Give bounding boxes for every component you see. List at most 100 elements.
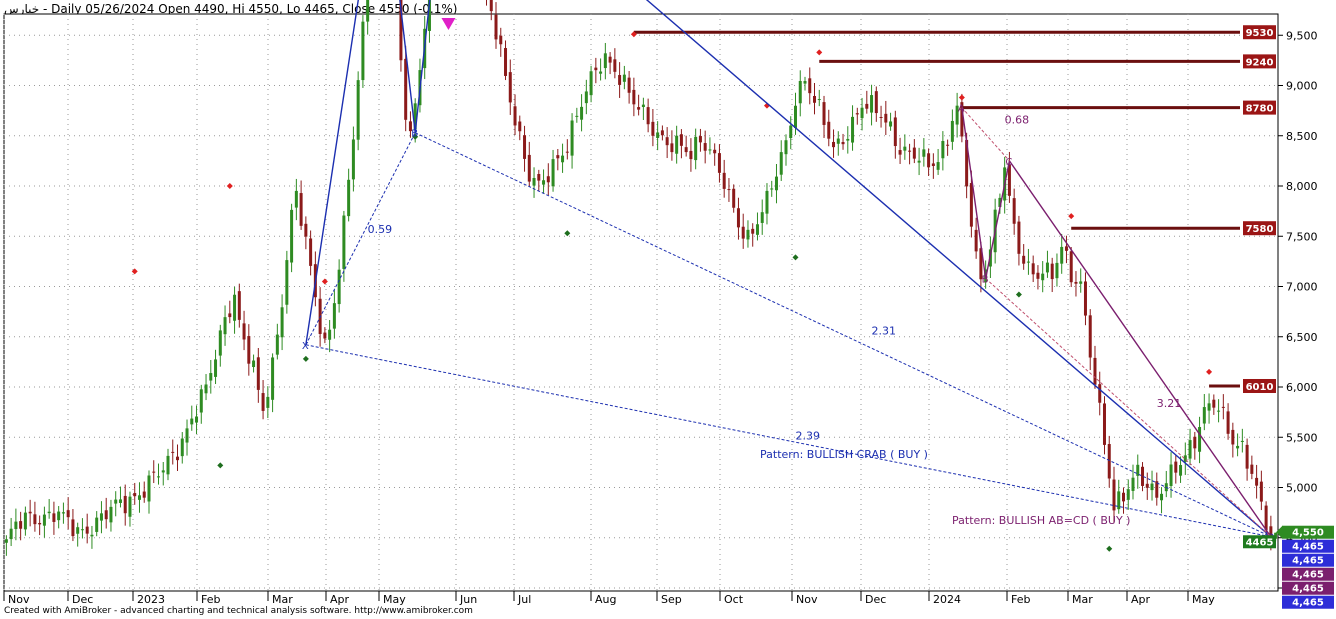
crab-ratio-label: 2.31	[872, 325, 897, 338]
x-tick-label: Mar	[272, 593, 293, 606]
price-chart[interactable]: Nov Dec 2023 Feb Mar Apr May Jun Jul Aug Sep Oct Nov…	[0, 0, 1336, 619]
candle-body	[969, 183, 973, 227]
candle-body	[80, 529, 84, 531]
candle-body	[1169, 464, 1173, 486]
candle-body	[1236, 445, 1240, 449]
candle-body	[732, 188, 736, 208]
y-tick-label: 5,000	[1286, 482, 1318, 495]
candle-body	[546, 176, 550, 183]
candle-body	[9, 528, 13, 540]
candle-body	[85, 526, 89, 534]
abcd-point-label: A	[958, 104, 965, 115]
x-tick-label: Nov	[8, 593, 30, 606]
candle-body	[946, 144, 950, 146]
candle-body	[104, 510, 108, 520]
candle-body	[195, 416, 199, 423]
candle-body	[860, 107, 864, 119]
candle-body	[299, 193, 303, 226]
candle-body	[328, 329, 332, 340]
candle-body	[1007, 164, 1011, 196]
candle-body	[1255, 477, 1259, 486]
candle-body	[746, 229, 750, 240]
y-tick-label: 6,500	[1286, 331, 1318, 344]
candle-body	[332, 303, 336, 329]
candle-body	[836, 138, 840, 144]
price-tag-label: 4,465	[1292, 542, 1324, 553]
resistance-label: 9530	[1246, 28, 1274, 39]
candle-body	[1174, 461, 1178, 473]
candle-body	[47, 511, 51, 514]
candle-body	[532, 178, 536, 186]
candle-body	[90, 534, 94, 537]
resistance-label: 9240	[1246, 57, 1274, 68]
candle-body	[99, 513, 103, 521]
candle-body	[974, 229, 978, 252]
x-tick-label: Aug	[595, 593, 616, 606]
candle-body	[679, 134, 683, 146]
candle-body	[1126, 489, 1130, 500]
candle-body	[760, 212, 764, 223]
candle-body	[1064, 246, 1068, 251]
candle-body	[931, 163, 935, 166]
candle-body	[632, 89, 636, 105]
candle-body	[518, 121, 522, 132]
x-tick-label: Dec	[865, 593, 886, 606]
candle-body	[1031, 263, 1035, 275]
candle-body	[1259, 481, 1263, 502]
candle-body	[137, 495, 141, 500]
x-tick-label: Dec	[72, 593, 93, 606]
candle-body	[76, 527, 80, 534]
candle-body	[898, 150, 902, 155]
candle-body	[361, 21, 365, 81]
candle-body	[114, 499, 118, 504]
candle-body	[660, 130, 664, 136]
candle-body	[128, 496, 132, 517]
candle-body	[342, 215, 346, 269]
abcd-point-label: B	[982, 274, 989, 285]
candle-body	[656, 132, 660, 138]
candle-body	[42, 514, 46, 526]
candle-body	[637, 107, 641, 110]
candle-body	[404, 58, 408, 120]
candle-body	[504, 48, 508, 76]
candle-body	[1240, 440, 1244, 442]
candle-body	[1150, 483, 1154, 491]
candle-body	[1102, 403, 1106, 445]
candle-body	[61, 512, 65, 514]
candle-body	[893, 117, 897, 147]
candle-body	[542, 180, 546, 185]
candle-body	[218, 330, 222, 356]
candle-body	[870, 95, 874, 113]
candle-body	[912, 147, 916, 159]
candle-body	[1060, 246, 1064, 264]
candle-body	[356, 80, 360, 140]
candle-body	[1074, 281, 1078, 284]
candle-body	[594, 67, 598, 71]
candle-body	[922, 149, 926, 157]
candle-body	[813, 95, 817, 103]
candle-body	[1122, 492, 1126, 502]
candle-body	[627, 77, 631, 93]
candle-body	[622, 74, 626, 82]
candle-body	[684, 147, 688, 153]
price-tag-label: 4465	[1246, 537, 1274, 548]
candle-body	[551, 159, 555, 187]
candle-body	[199, 389, 203, 413]
candle-body	[247, 336, 251, 364]
candle-body	[1202, 407, 1206, 424]
x-tick-label: Apr	[330, 593, 350, 606]
candle-body	[147, 475, 151, 502]
candle-body	[1083, 281, 1087, 316]
candle-body	[508, 72, 512, 103]
x-tick-label: Feb	[1011, 593, 1030, 606]
candle-body	[822, 102, 826, 125]
candle-body	[537, 173, 541, 181]
candle-body	[889, 121, 893, 127]
candle-body	[722, 172, 726, 189]
y-tick-label: 7,500	[1286, 230, 1318, 243]
x-tick-label: May	[383, 593, 406, 606]
candle-body	[1093, 357, 1097, 385]
candle-body	[879, 116, 883, 118]
candle-body	[256, 357, 260, 390]
candle-body	[1107, 444, 1111, 479]
